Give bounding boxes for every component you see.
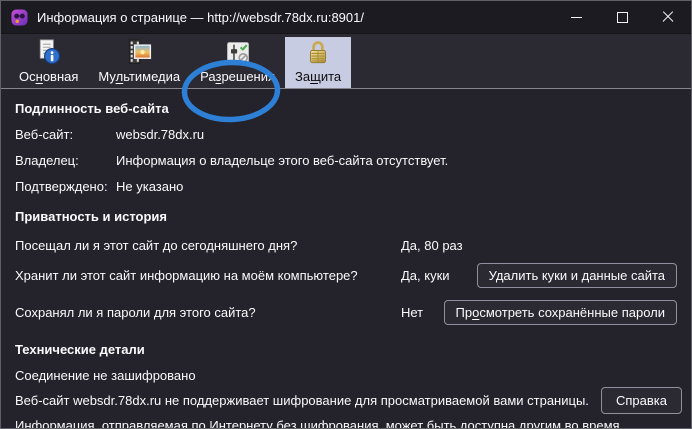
privacy-row-visited: Посещал ли я этот сайт до сегодняшнего д…	[15, 235, 677, 255]
privacy-heading: Приватность и история	[15, 209, 677, 224]
help-button[interactable]: Справка	[601, 387, 682, 414]
close-icon[interactable]	[645, 1, 691, 33]
tab-media[interactable]: Мультимедиа	[88, 37, 190, 88]
identity-value: websdr.78dx.ru	[116, 127, 677, 143]
identity-label: Веб-сайт:	[15, 127, 116, 143]
identity-value: Информация о владельце этого веб-сайта о…	[116, 153, 677, 169]
identity-value: Не указано	[116, 179, 677, 195]
privacy-question: Посещал ли я этот сайт до сегодняшнего д…	[15, 238, 401, 253]
privacy-row-passwords: Сохранял ли я пароли для этого сайта? Не…	[15, 299, 677, 326]
view-saved-passwords-button[interactable]: Просмотреть сохранённые пароли	[444, 300, 677, 325]
privacy-question: Хранит ли этот сайт информацию на моём к…	[15, 268, 401, 283]
tab-security[interactable]: Защита	[285, 37, 351, 88]
identity-label: Владелец:	[15, 153, 116, 169]
window-controls	[553, 1, 691, 33]
technical-heading: Технические детали	[15, 342, 677, 357]
privacy-answer: Да, 80 раз	[401, 238, 463, 253]
connection-status: Соединение не зашифровано	[15, 368, 677, 384]
privacy-question: Сохранял ли я пароли для этого сайта?	[15, 305, 401, 320]
tab-media-label: Мультимедиа	[98, 69, 180, 84]
technical-details: Соединение не зашифровано Веб-сайт websd…	[15, 368, 677, 429]
encryption-note-2: Информация, отправляемая по Интернету бе…	[15, 418, 677, 429]
security-panel: Подлинность веб-сайта Веб-сайт: websdr.7…	[1, 89, 691, 419]
filmstrip-photo-icon	[124, 39, 154, 67]
identity-heading: Подлинность веб-сайта	[15, 101, 677, 116]
minimize-icon[interactable]	[553, 1, 599, 33]
tab-strip: Основная	[1, 34, 691, 89]
privacy-row-cookies: Хранит ли этот сайт информацию на моём к…	[15, 262, 677, 289]
tab-security-label: Защита	[295, 69, 341, 84]
padlock-icon	[303, 39, 333, 67]
encryption-note-1: Веб-сайт websdr.78dx.ru не поддерживает …	[15, 393, 677, 409]
tab-permissions[interactable]: Разрешения	[190, 37, 285, 88]
maximize-icon[interactable]	[599, 1, 645, 33]
tab-general[interactable]: Основная	[9, 37, 88, 88]
tab-permissions-label: Разрешения	[200, 69, 275, 84]
clear-cookies-button[interactable]: Удалить куки и данные сайта	[477, 263, 677, 288]
titlebar: Информация о странице — http://websdr.78…	[1, 1, 691, 34]
sliders-check-icon	[223, 39, 253, 67]
document-info-icon	[34, 39, 64, 67]
identity-label: Подтверждено:	[15, 179, 116, 195]
privacy-answer: Нет	[401, 305, 423, 320]
tab-general-label: Основная	[19, 69, 78, 84]
page-info-favicon	[11, 9, 28, 26]
page-info-window: Информация о странице — http://websdr.78…	[0, 0, 692, 429]
window-title: Информация о странице — http://websdr.78…	[37, 10, 364, 25]
privacy-answer: Да, куки	[401, 268, 450, 283]
identity-table: Веб-сайт: websdr.78dx.ru Владелец: Инфор…	[15, 127, 677, 195]
